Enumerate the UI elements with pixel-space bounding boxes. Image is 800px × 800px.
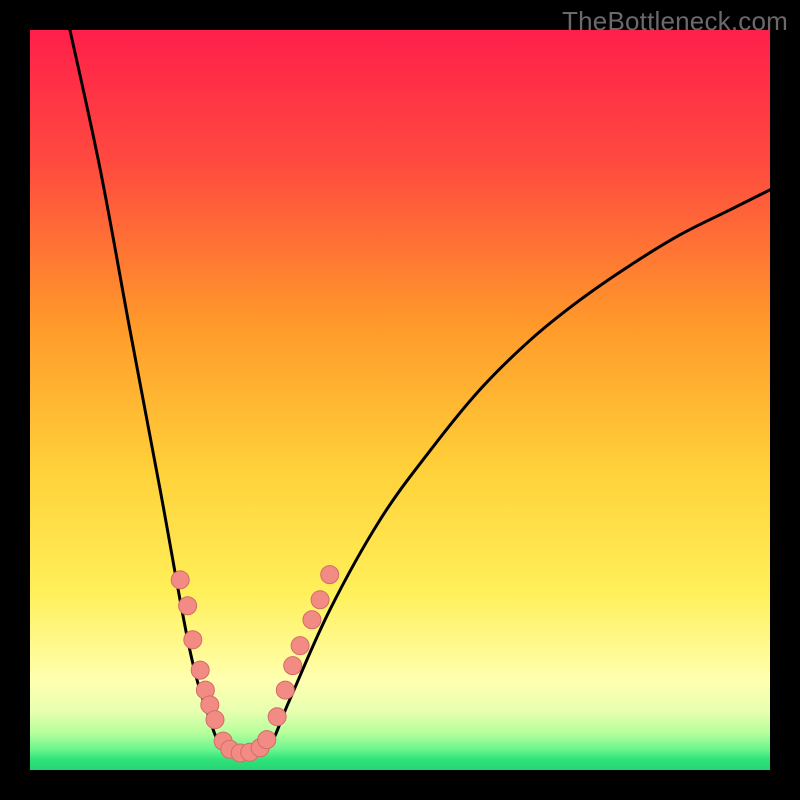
data-dot: [184, 631, 202, 649]
watermark: TheBottleneck.com: [562, 6, 788, 37]
curve-right: [250, 190, 770, 755]
data-dot: [258, 731, 276, 749]
data-dot: [206, 711, 224, 729]
data-dot: [303, 611, 321, 629]
chart-curve-svg: [30, 30, 770, 770]
data-dot: [321, 566, 339, 584]
data-dot: [171, 571, 189, 589]
data-dot: [276, 681, 294, 699]
curve-left: [70, 30, 250, 756]
data-dot: [268, 708, 286, 726]
data-dot: [284, 657, 302, 675]
data-dot: [311, 591, 329, 609]
chart-frame: TheBottleneck.com: [0, 0, 800, 800]
data-dot: [191, 661, 209, 679]
data-dot: [291, 637, 309, 655]
data-dot: [179, 597, 197, 615]
plot-area: [30, 30, 770, 770]
